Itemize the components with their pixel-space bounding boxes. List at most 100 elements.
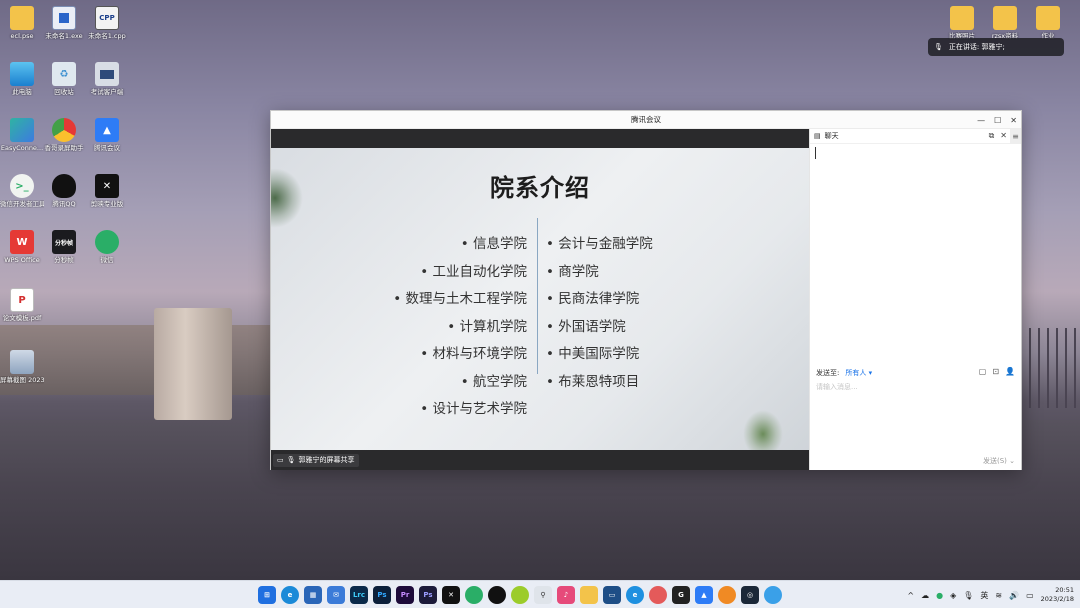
desktop-icon-photos-folder[interactable]: 比赛照片: [940, 6, 984, 40]
qq-icon[interactable]: [488, 586, 506, 604]
maximize-icon[interactable]: ☐: [994, 116, 1001, 125]
desktop-icon-cpp[interactable]: CPP 未命名1.cpp: [85, 6, 129, 40]
popout-icon[interactable]: ⧉: [989, 131, 995, 141]
after-effects-icon[interactable]: Ps: [419, 586, 437, 604]
list-item: • 材料与环境学院: [420, 346, 527, 362]
file-explorer-icon[interactable]: [580, 586, 598, 604]
clock-date: 2023/2/18: [1040, 595, 1074, 603]
wallpaper-pillar: [154, 308, 232, 420]
recycle-bin-icon: ♻: [52, 62, 76, 86]
g-app-icon[interactable]: G: [672, 586, 690, 604]
desktop-icon-screenshot[interactable]: 屏幕截图 2023-02-1...: [0, 350, 44, 384]
desktop-icon-tencent-meeting[interactable]: ▲ 腾讯会议: [85, 118, 129, 152]
cpp-file-icon: CPP: [95, 6, 119, 30]
mail-icon[interactable]: ✉: [327, 586, 345, 604]
battery-icon[interactable]: ▭: [1026, 591, 1034, 600]
desktop-icon-easyconnect[interactable]: EasyConne...: [0, 118, 44, 152]
store-icon[interactable]: ▦: [304, 586, 322, 604]
desktop-icon-this-pc[interactable]: 此电脑: [0, 62, 44, 96]
steam-icon[interactable]: ◎: [741, 586, 759, 604]
taskbar-apps: ⊞ e ▦ ✉ Lrc Ps Pr Ps ✕ ⚲ ♪ ▭ e G ▲ ◎: [258, 586, 782, 604]
slide-left-list: • 信息学院 • 工业自动化学院 • 数理与土木工程学院 • 计算机学院 • 材…: [393, 234, 527, 427]
browser-icon[interactable]: e: [626, 586, 644, 604]
wifi-icon[interactable]: ≋: [995, 591, 1002, 600]
desktop-icon-capcut[interactable]: ✕ 剪映专业版: [85, 174, 129, 208]
send-button[interactable]: 发送(S) ⌄: [983, 456, 1015, 466]
capcut-icon[interactable]: ✕: [442, 586, 460, 604]
desktop-icon-wechat[interactable]: 微信: [85, 230, 129, 264]
music-icon[interactable]: ♪: [557, 586, 575, 604]
wechat-devtools-icon: >_: [10, 174, 34, 198]
share-owner-tag: ▭ 🎙 郭雅宁的屏幕共享: [273, 453, 359, 467]
clock[interactable]: 20:51 2023/2/18: [1041, 586, 1074, 604]
recorder-icon: [52, 118, 76, 142]
screen-share-area: 院系介绍 • 信息学院 • 工业自动化学院 • 数理与土木工程学院 • 计算机学…: [271, 129, 809, 470]
orange-app-icon[interactable]: [718, 586, 736, 604]
edge-icon[interactable]: e: [281, 586, 299, 604]
list-item: • 设计与艺术学院: [420, 401, 527, 417]
list-item: • 计算机学院: [447, 318, 527, 335]
ime-indicator[interactable]: 英: [980, 590, 988, 601]
desktop-icon-pdf[interactable]: P 论文模板.pdf: [0, 288, 44, 322]
lightroom-icon[interactable]: Lrc: [350, 586, 368, 604]
desktop-icon-exam-client[interactable]: 考试客户端: [85, 62, 129, 96]
image-file-icon: [10, 350, 34, 374]
desktop-icon-recycle-bin[interactable]: ♻ 回收站: [42, 62, 86, 96]
slide-divider: [537, 218, 538, 374]
microphone-icon[interactable]: 🎙: [963, 591, 973, 600]
clock-time: 20:51: [1055, 586, 1074, 594]
desktop-icon-homework-folder[interactable]: 作业: [1026, 6, 1070, 40]
desktop-icon-exe[interactable]: 未命名1.exe: [42, 6, 86, 40]
menu-icon[interactable]: ≡: [1010, 129, 1021, 144]
chat-panel: ▤ 聊天 ⧉ ✕ ≡ 发送至: 所有人 ▾ ▢ ⊡ 👤 请输入消息... 发送(…: [809, 129, 1021, 470]
wechat-tray-icon[interactable]: ●: [936, 591, 943, 600]
tray-app-icon[interactable]: ◈: [950, 591, 956, 600]
desktop-icon-fenmiaozhen[interactable]: 分秒帧 分秒帧: [42, 230, 86, 264]
send-to-select[interactable]: 所有人 ▾: [845, 368, 872, 378]
system-tray: ^ ☁ ● ◈ 🎙 英 ≋ 🔊 ▭ 20:51 2023/2/18: [907, 581, 1074, 608]
screen-recorder-icon[interactable]: ▭: [603, 586, 621, 604]
slide-title: 院系介绍: [490, 174, 590, 202]
file-icon[interactable]: ▢: [979, 367, 987, 376]
volume-icon[interactable]: 🔊: [1009, 591, 1019, 600]
chat-tools: ▢ ⊡ 👤: [979, 367, 1015, 376]
desktop-icon-recorder[interactable]: 香哥录屏助手: [42, 118, 86, 152]
speaking-notification: 🎙 正在讲话: 郭雅宁;: [928, 38, 1064, 56]
share-top-bar: [271, 129, 809, 148]
slide-right-list: • 会计与金融学院 • 商学院 • 民商法律学院 • 外国语学院 • 中美国际学…: [546, 234, 653, 399]
start-icon[interactable]: ⊞: [258, 586, 276, 604]
list-item: • 航空学院: [460, 373, 527, 390]
list-item: • 外国语学院: [546, 318, 626, 335]
send-to-row: 发送至: 所有人 ▾: [816, 368, 872, 378]
desktop-icon-ecl[interactable]: ecl.pse: [0, 6, 44, 40]
user-icon[interactable]: 👤: [1005, 367, 1015, 376]
desktop-icon-wechat-devtools[interactable]: >_ 微信开发者工具: [0, 174, 44, 208]
screenshot-icon[interactable]: ⊡: [992, 367, 999, 376]
capcut-icon: ✕: [95, 174, 119, 198]
wps-icon: W: [10, 230, 34, 254]
app-icon[interactable]: [511, 586, 529, 604]
close-icon[interactable]: ✕: [1010, 116, 1017, 125]
close-icon[interactable]: ✕: [1000, 131, 1007, 141]
photoshop-icon[interactable]: Ps: [373, 586, 391, 604]
network-app-icon[interactable]: ⚲: [534, 586, 552, 604]
exe-file-icon: [52, 6, 76, 30]
desktop-icon-qq[interactable]: 腾讯QQ: [42, 174, 86, 208]
folder-icon: [1036, 6, 1060, 30]
window-titlebar[interactable]: 腾讯会议 — ☐ ✕: [271, 111, 1021, 129]
wechat-icon[interactable]: [465, 586, 483, 604]
premiere-icon[interactable]: Pr: [396, 586, 414, 604]
easyconnect-icon: [10, 118, 34, 142]
netease-icon[interactable]: [649, 586, 667, 604]
tencent-meeting-icon: ▲: [95, 118, 119, 142]
cloud-icon[interactable]: ☁: [921, 591, 929, 600]
chevron-up-icon[interactable]: ^: [907, 591, 914, 600]
cloud-app-icon[interactable]: [764, 586, 782, 604]
taskbar: ⊞ e ▦ ✉ Lrc Ps Pr Ps ✕ ⚲ ♪ ▭ e G ▲ ◎ ^ ☁…: [0, 580, 1080, 608]
chat-input[interactable]: 请输入消息...: [816, 382, 858, 392]
tencent-meeting-icon[interactable]: ▲: [695, 586, 713, 604]
desktop-icon-rzsx-folder[interactable]: rzsx资料: [983, 6, 1027, 40]
desktop-icon-wps[interactable]: W WPS Office: [0, 230, 44, 264]
minimize-icon[interactable]: —: [977, 116, 985, 125]
folder-icon: [993, 6, 1017, 30]
